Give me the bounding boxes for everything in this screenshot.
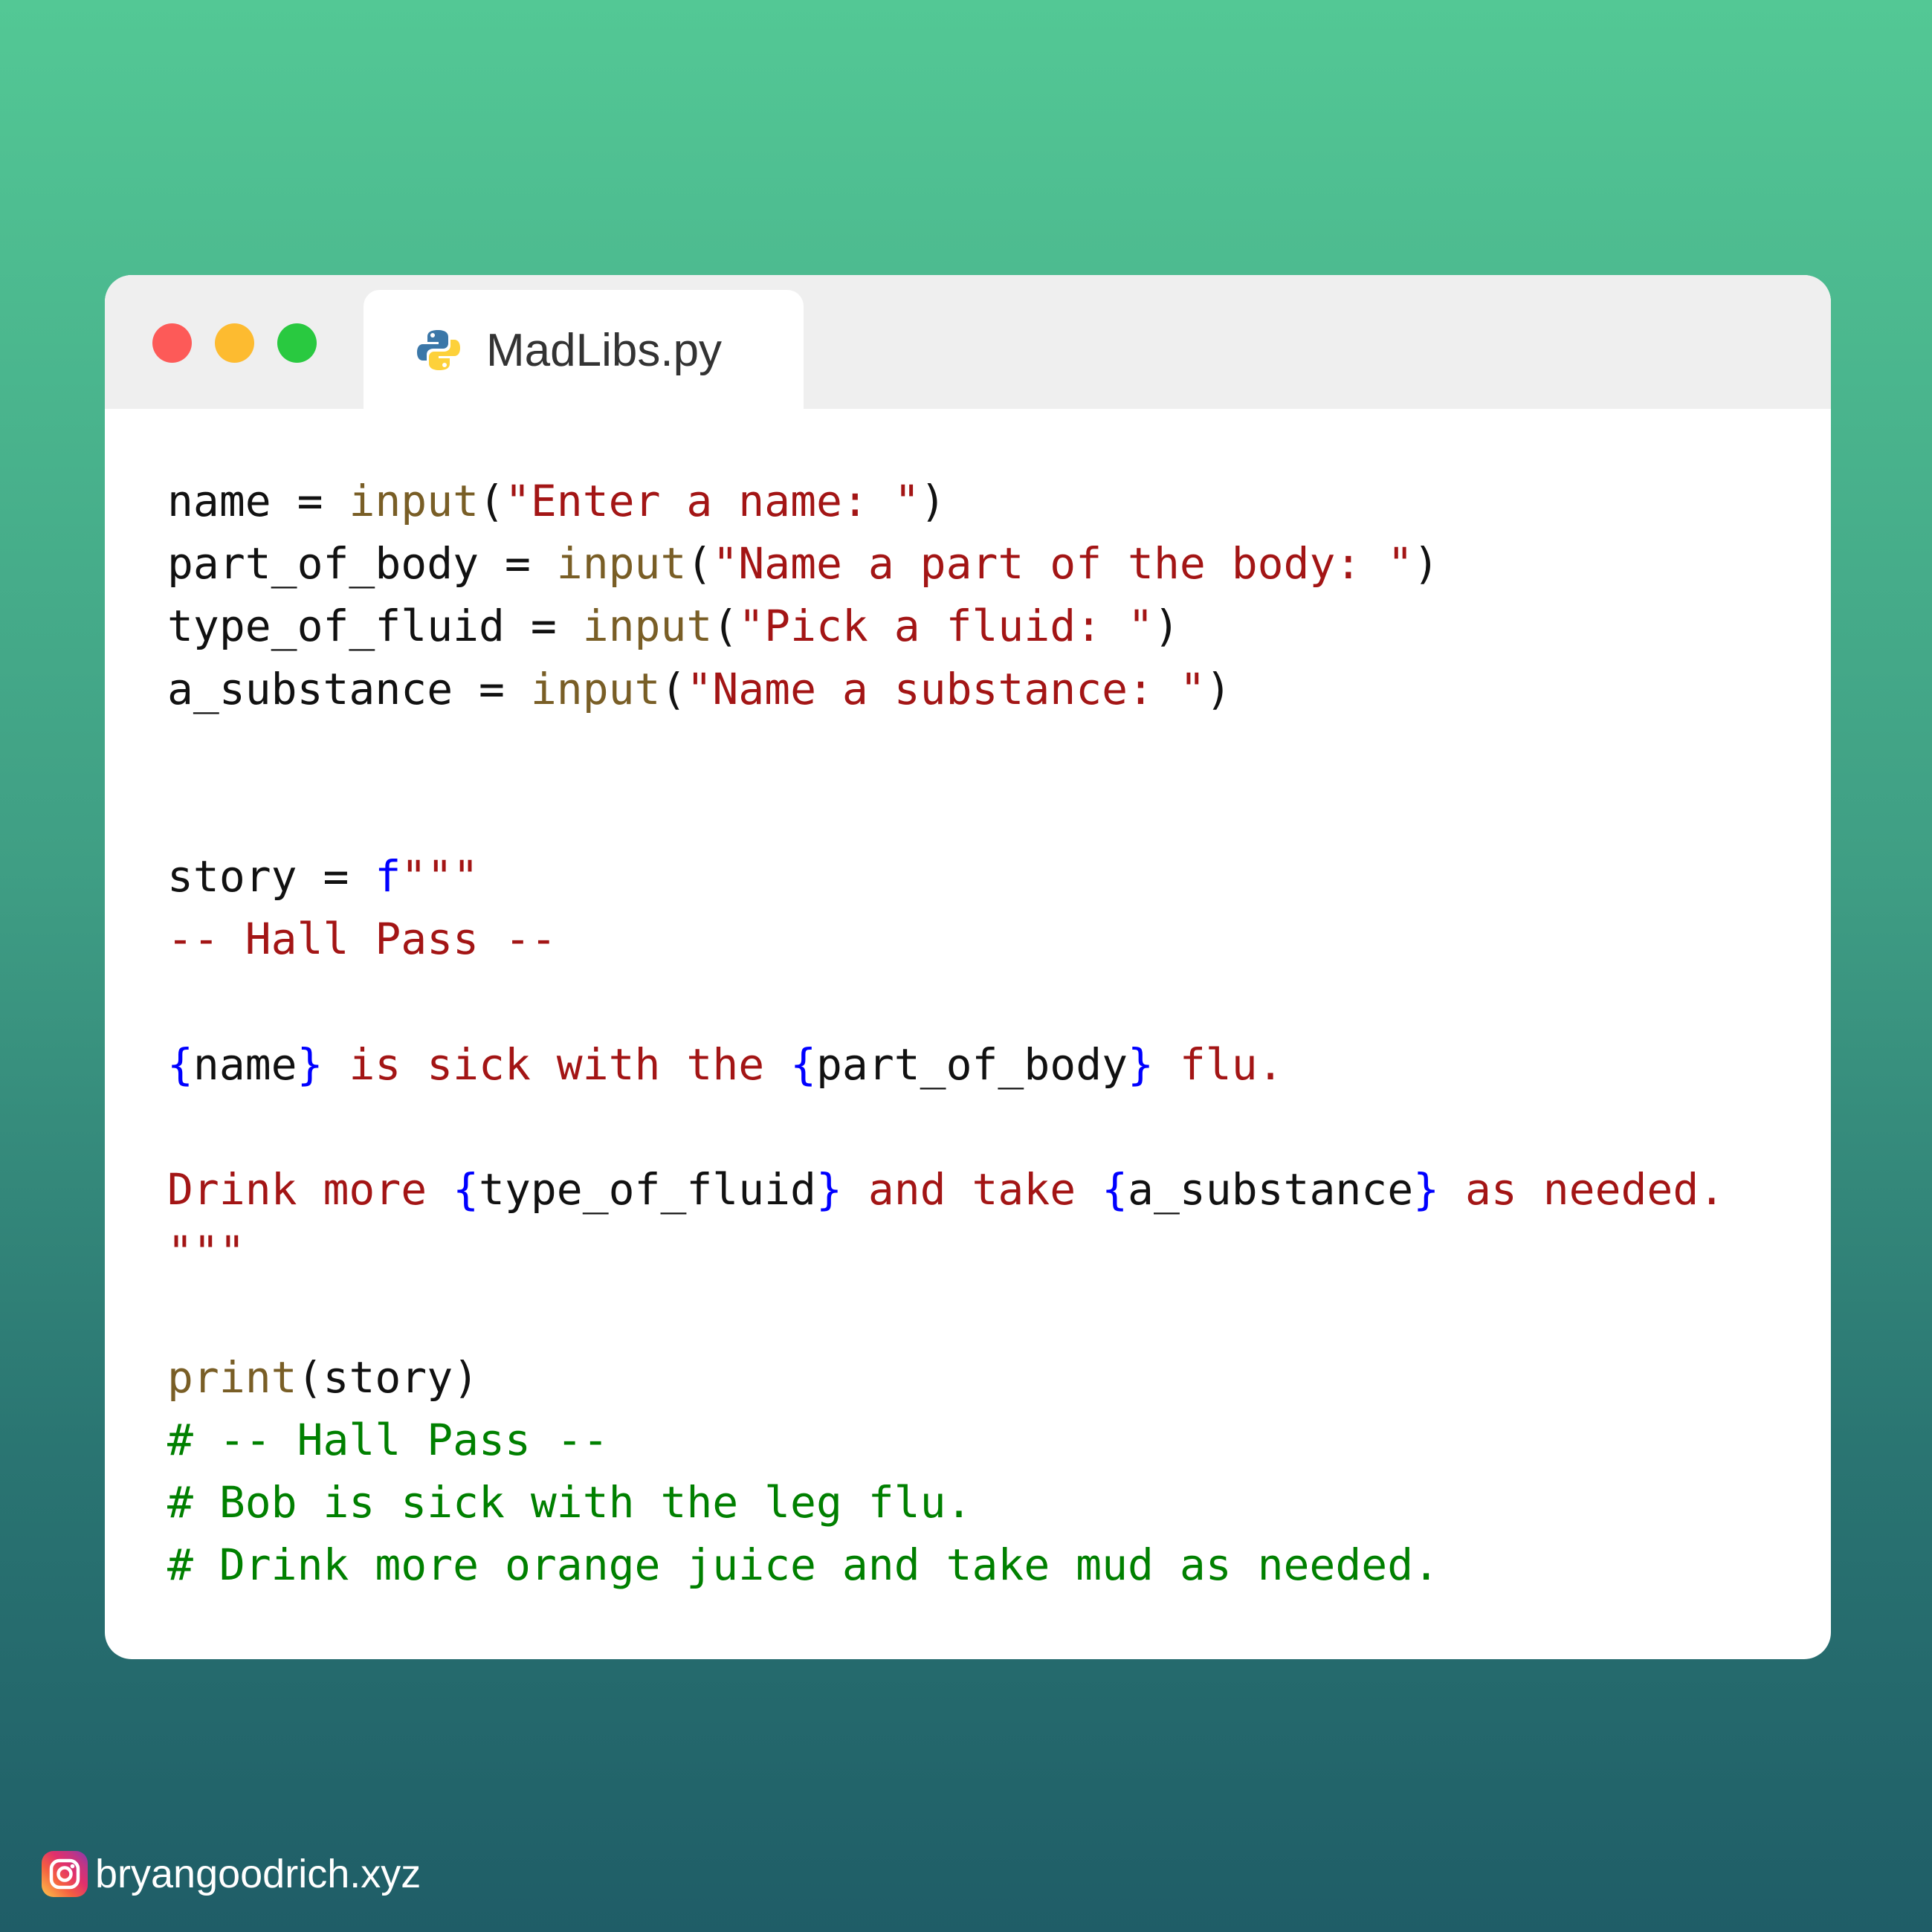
code-token: Drink more xyxy=(167,1164,453,1215)
code-block[interactable]: name = input("Enter a name: ") part_of_bo… xyxy=(167,470,1725,1596)
code-token: ( xyxy=(712,601,739,652)
code-token: ( xyxy=(686,538,713,589)
code-token: input xyxy=(530,663,661,714)
code-line: print(story) xyxy=(167,1346,1725,1409)
footer-credit: bryangoodrich.xyz xyxy=(42,1849,421,1899)
code-token: ) xyxy=(1153,601,1180,652)
code-token: name = xyxy=(167,476,349,526)
code-token: ( xyxy=(479,476,505,526)
code-token: "Enter a name: " xyxy=(504,476,920,526)
code-line: -- Hall Pass -- xyxy=(167,908,1725,970)
code-token: """ xyxy=(401,851,479,902)
code-token: # Drink more orange juice and take mud a… xyxy=(167,1540,1440,1591)
code-line: # -- Hall Pass -- xyxy=(167,1409,1725,1471)
code-line: Drink more {type_of_fluid} and take {a_s… xyxy=(167,1158,1725,1221)
code-token: a_substance xyxy=(1128,1164,1414,1215)
code-line: type_of_fluid = input("Pick a fluid: ") xyxy=(167,595,1725,657)
code-token: (story) xyxy=(297,1351,479,1403)
code-token: "Name a part of the body: " xyxy=(712,538,1414,589)
code-token: type_of_fluid = xyxy=(167,601,583,652)
code-line: """ xyxy=(167,1221,1725,1283)
code-token: part_of_body = xyxy=(167,538,557,589)
footer-handle[interactable]: bryangoodrich.xyz xyxy=(95,1849,421,1899)
code-token: and take xyxy=(841,1164,1102,1215)
code-token: name xyxy=(193,1038,297,1090)
code-line: part_of_body = input("Name a part of the… xyxy=(167,532,1725,595)
code-token: -- Hall Pass -- xyxy=(167,914,557,965)
code-token: ( xyxy=(660,663,687,714)
code-token: { xyxy=(1102,1164,1128,1215)
code-token: } xyxy=(297,1038,323,1090)
code-line: story = f""" xyxy=(167,845,1725,908)
instagram-icon xyxy=(42,1851,88,1897)
code-token: f xyxy=(375,851,401,902)
code-token: part_of_body xyxy=(816,1038,1128,1090)
close-button[interactable] xyxy=(152,323,192,363)
code-token: { xyxy=(453,1164,479,1215)
code-token: { xyxy=(167,1038,193,1090)
code-token: { xyxy=(790,1038,816,1090)
code-token: # -- Hall Pass -- xyxy=(167,1414,609,1465)
code-token: a_substance = xyxy=(167,663,531,714)
minimize-button[interactable] xyxy=(215,323,254,363)
code-token: ) xyxy=(1205,663,1232,714)
code-token: } xyxy=(815,1164,842,1215)
code-line: {name} is sick with the {part_of_body} f… xyxy=(167,1033,1725,1096)
code-token: as needed. xyxy=(1439,1164,1725,1215)
code-token: ) xyxy=(920,476,946,526)
code-line: # Bob is sick with the leg flu. xyxy=(167,1471,1725,1534)
code-token: input xyxy=(556,538,687,589)
code-token: input xyxy=(349,476,479,526)
code-line: a_substance = input("Name a substance: "… xyxy=(167,658,1725,720)
code-line: name = input("Enter a name: ") xyxy=(167,470,1725,532)
code-token: "Name a substance: " xyxy=(686,663,1206,714)
tab-filename: MadLibs.py xyxy=(486,325,723,376)
file-tab[interactable]: MadLibs.py xyxy=(364,290,804,413)
code-token: story = xyxy=(167,851,375,902)
maximize-button[interactable] xyxy=(277,323,317,363)
code-editor-window: MadLibs.py name = input("Enter a name: "… xyxy=(105,275,1831,1659)
code-token: } xyxy=(1128,1038,1154,1090)
code-token: print xyxy=(167,1351,297,1403)
code-line: # Drink more orange juice and take mud a… xyxy=(167,1534,1725,1596)
python-icon xyxy=(416,327,462,373)
code-token: ) xyxy=(1413,538,1440,589)
title-bar: MadLibs.py xyxy=(105,275,1831,413)
code-token: "Pick a fluid: " xyxy=(738,601,1154,652)
code-token: flu. xyxy=(1153,1038,1284,1090)
code-token: is sick with the xyxy=(323,1038,791,1090)
code-token: } xyxy=(1413,1164,1440,1215)
code-token: """ xyxy=(167,1227,245,1278)
code-token: input xyxy=(582,601,713,652)
code-token: type_of_fluid xyxy=(479,1164,816,1215)
code-token: # Bob is sick with the leg flu. xyxy=(167,1477,972,1528)
